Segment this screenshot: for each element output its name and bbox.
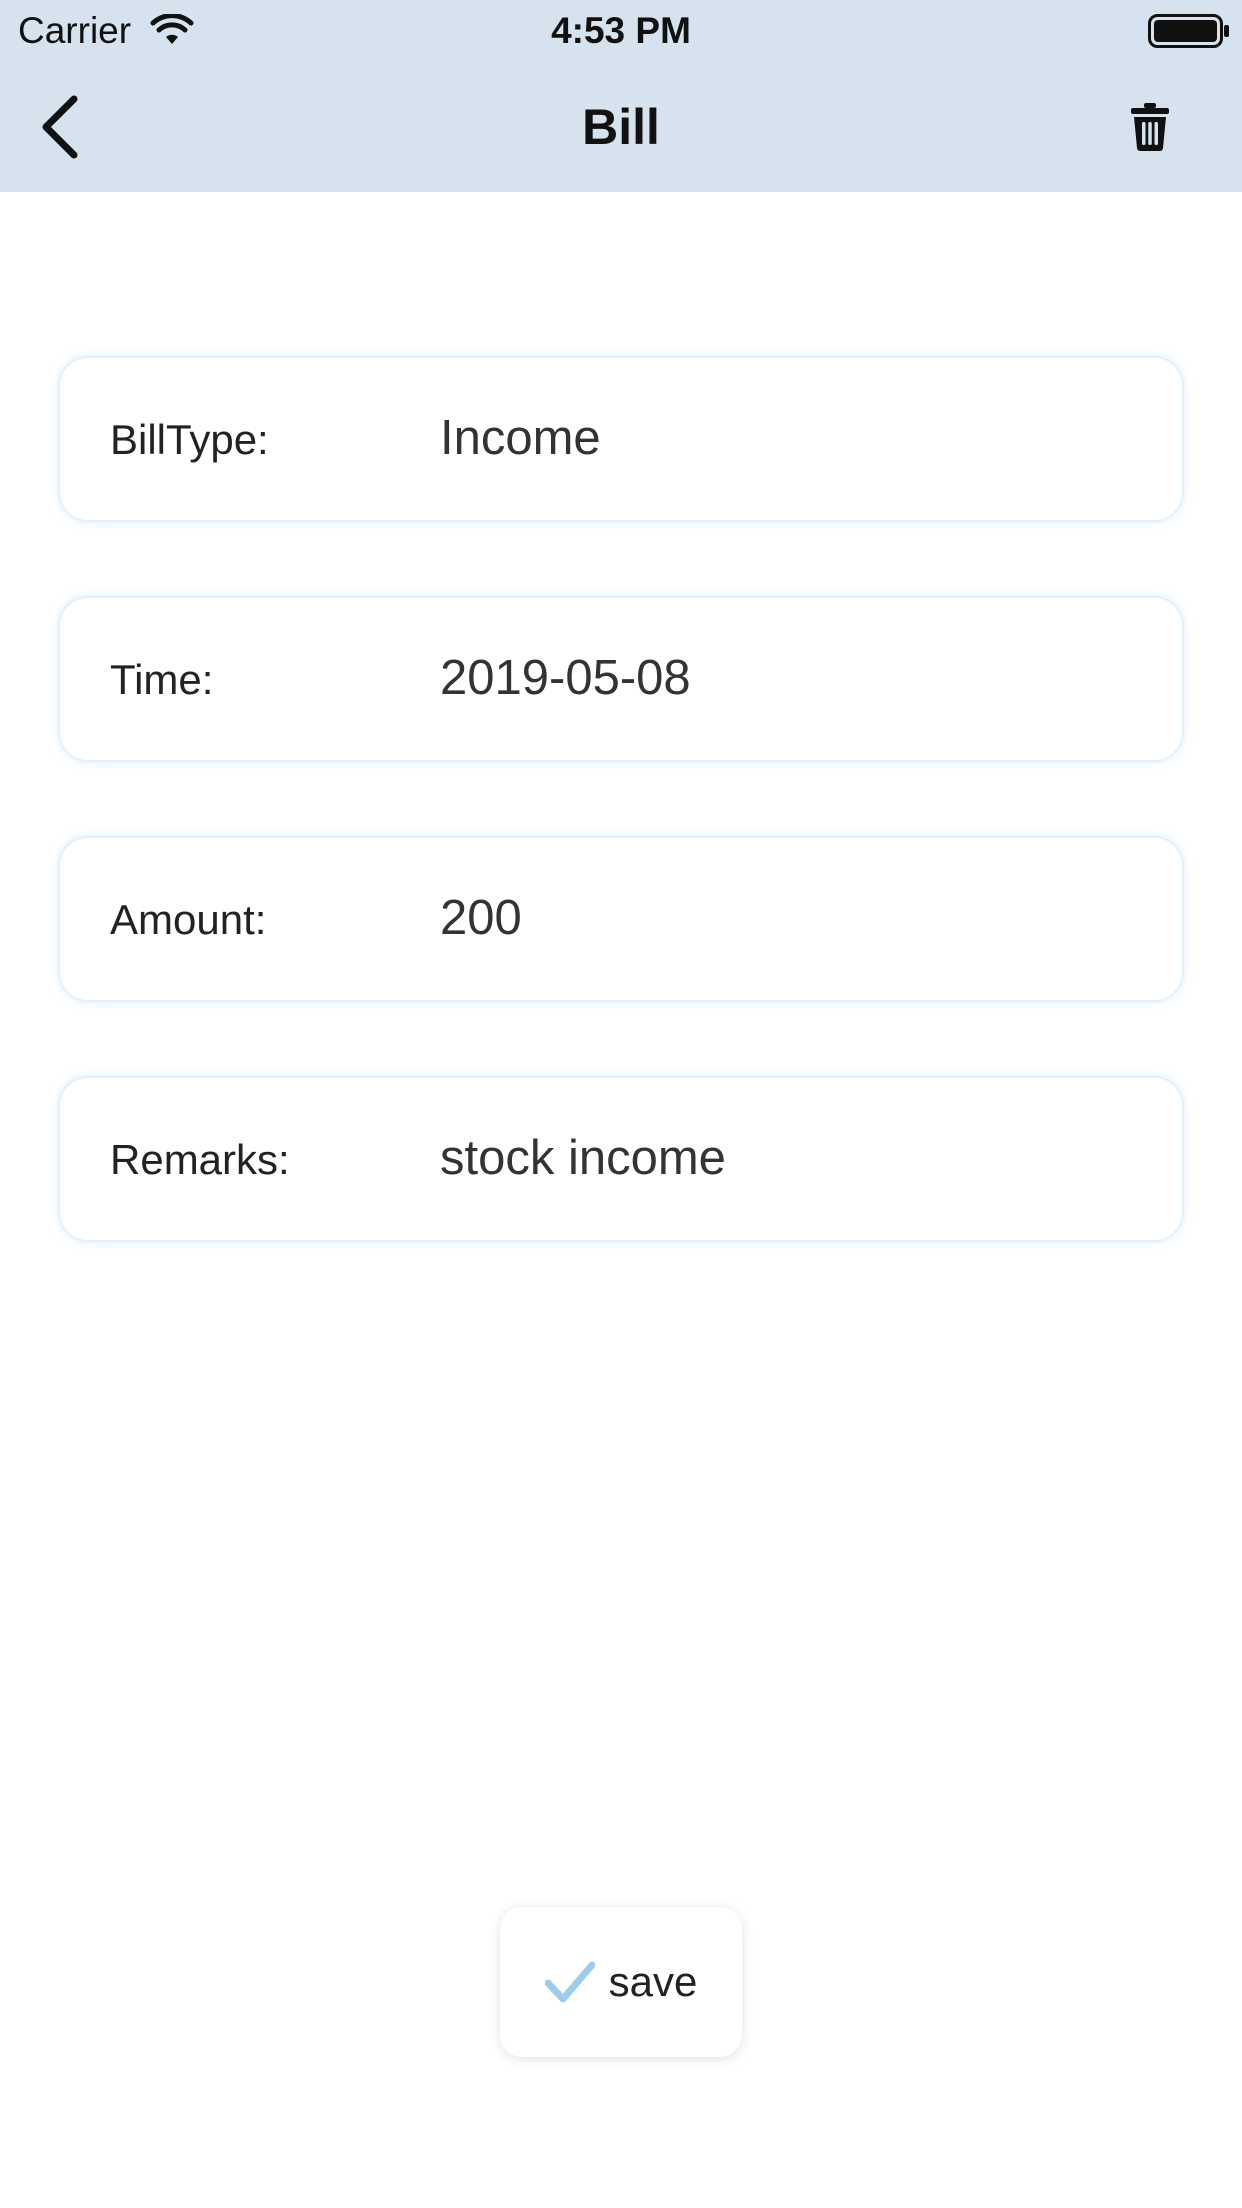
amount-input[interactable]: 200 (440, 890, 1140, 946)
status-time: 4:53 PM (551, 10, 691, 51)
bill-type-field[interactable]: BillType: Income (58, 356, 1184, 522)
time-field[interactable]: Time: 2019-05-08 (58, 596, 1184, 762)
remarks-field[interactable]: Remarks: stock income (58, 1076, 1184, 1242)
check-icon (544, 1961, 595, 2003)
status-bar: Carrier 4:53 PM (0, 0, 1242, 62)
remarks-input[interactable]: stock income (440, 1130, 1140, 1186)
battery-icon (1148, 14, 1229, 48)
delete-button[interactable] (1110, 92, 1190, 162)
amount-label: Amount: (110, 896, 267, 943)
amount-field[interactable]: Amount: 200 (58, 836, 1184, 1002)
nav-bar: Bill (0, 62, 1242, 192)
save-label: save (608, 1958, 698, 2005)
app-header: Carrier 4:53 PM Bill (0, 0, 1242, 192)
time-label: Time: (110, 656, 214, 703)
bill-type-label: BillType: (110, 416, 269, 463)
bill-type-value[interactable]: Income (440, 410, 1140, 466)
save-button[interactable]: save (500, 1907, 742, 2057)
trash-icon (1131, 103, 1169, 151)
time-value[interactable]: 2019-05-08 (440, 650, 1140, 706)
remarks-label: Remarks: (110, 1136, 290, 1183)
page-title: Bill (582, 99, 660, 155)
